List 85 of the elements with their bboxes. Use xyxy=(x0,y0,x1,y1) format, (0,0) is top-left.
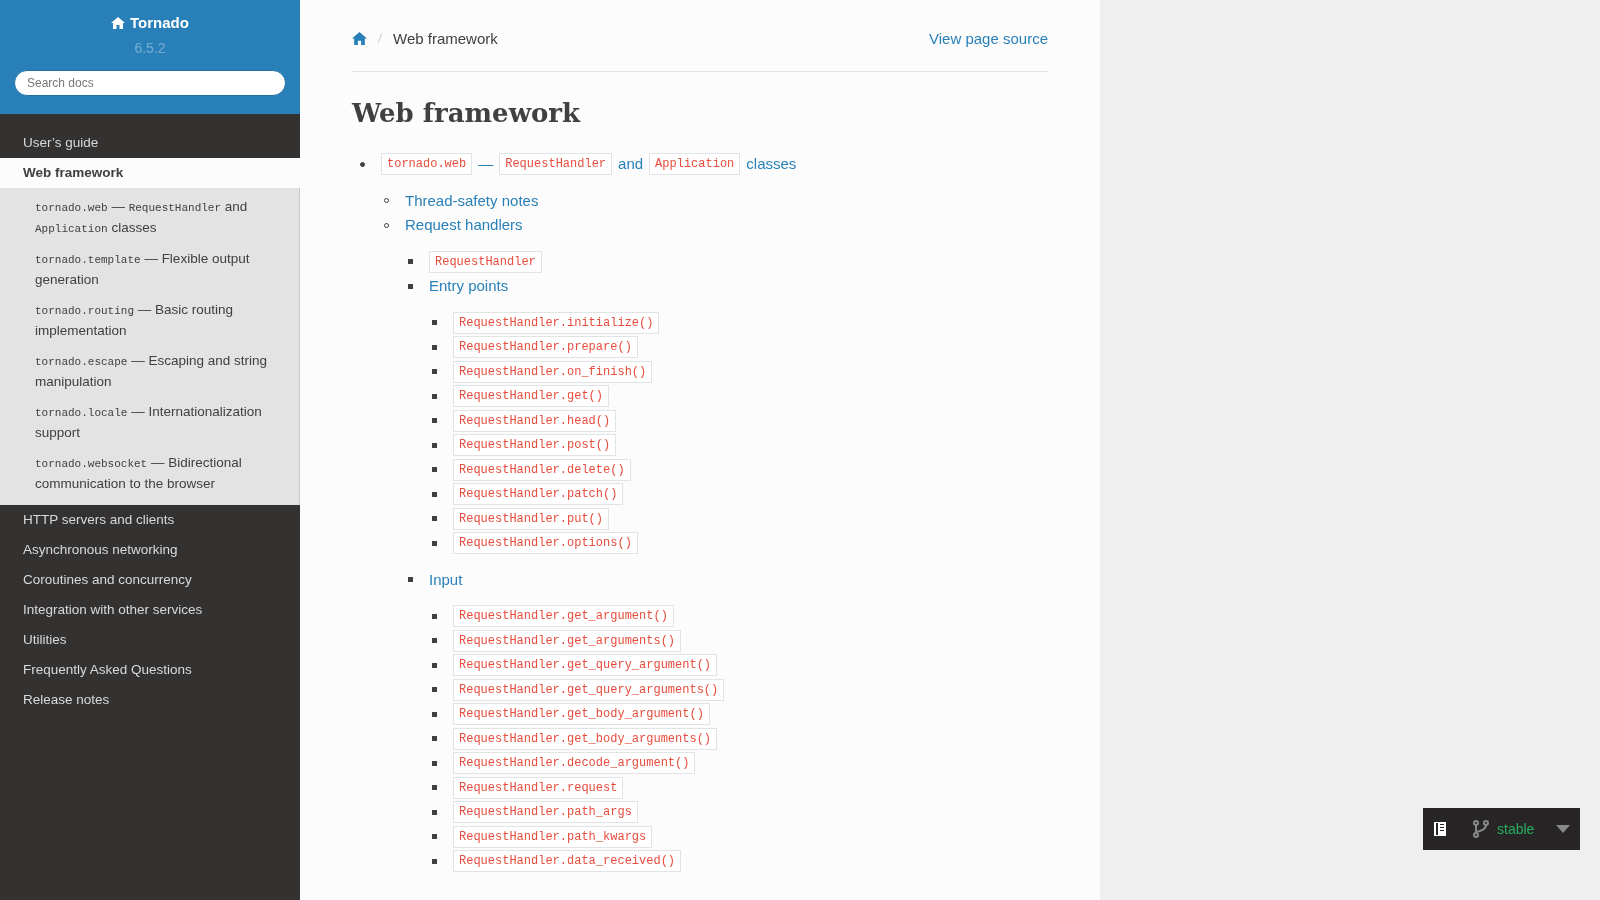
bullet-icon xyxy=(432,687,437,693)
bullet-icon xyxy=(360,161,365,167)
code-literal[interactable]: RequestHandler.request xyxy=(453,776,624,799)
subnav-link[interactable]: tornado.routing — Basic routing implementation xyxy=(0,295,299,346)
code-literal[interactable]: RequestHandler.get_body_arguments() xyxy=(453,727,718,750)
nav-item[interactable]: Coroutines and concurrency xyxy=(0,565,300,595)
home-icon xyxy=(111,16,126,29)
bullet-icon xyxy=(432,638,437,644)
bullet-icon xyxy=(432,369,437,375)
bullet-icon xyxy=(432,491,437,497)
toc-link[interactable]: Input xyxy=(429,567,463,592)
code-literal[interactable]: RequestHandler.get_query_argument() xyxy=(453,654,718,677)
code-literal[interactable]: RequestHandler.patch() xyxy=(453,483,624,506)
subnav-link[interactable]: tornado.websocket — Bidirectional communication to the browser xyxy=(0,448,299,499)
bullet-icon xyxy=(432,809,437,815)
code-literal[interactable]: RequestHandler.path_kwargs xyxy=(453,825,653,848)
code-literal[interactable]: tornado.web xyxy=(381,153,473,176)
bullet-icon xyxy=(432,442,437,448)
subnav-link[interactable]: tornado.template — Flexible output generation xyxy=(0,244,299,295)
project-home-link[interactable]: Tornado xyxy=(111,14,189,31)
bullet-icon xyxy=(432,834,437,840)
nav-item[interactable]: HTTP servers and clients xyxy=(0,505,300,535)
bullet-icon xyxy=(408,577,413,583)
code-literal[interactable]: RequestHandler.get_body_argument() xyxy=(453,703,710,726)
bullet-icon xyxy=(432,736,437,742)
code-literal[interactable]: RequestHandler.delete() xyxy=(453,458,631,481)
code-literal[interactable]: RequestHandler.options() xyxy=(453,532,638,555)
version-text: 6.5.2 xyxy=(134,40,166,56)
code-literal[interactable]: RequestHandler.on_finish() xyxy=(453,360,653,383)
code-literal[interactable]: RequestHandler.initialize() xyxy=(453,311,660,334)
nav-item[interactable]: Utilities xyxy=(0,625,300,655)
subnav-link[interactable]: tornado.escape — Escaping and string manipulation xyxy=(0,346,299,397)
code-literal[interactable]: RequestHandler.prepare() xyxy=(453,336,638,359)
code-literal[interactable]: RequestHandler.get() xyxy=(453,385,610,408)
bullet-icon xyxy=(432,711,437,717)
code-literal[interactable]: RequestHandler.post() xyxy=(453,434,617,457)
toc-link[interactable]: and xyxy=(618,152,644,177)
toc-link[interactable]: Request handlers xyxy=(405,213,523,238)
bullet-icon xyxy=(432,858,437,864)
bullet-icon xyxy=(432,662,437,668)
toc-link[interactable]: Thread-safety notes xyxy=(405,188,539,213)
book-icon xyxy=(1433,821,1447,837)
view-source-link[interactable]: View page source xyxy=(929,30,1048,47)
nav-item[interactable]: Asynchronous networking xyxy=(0,535,300,565)
toc-link[interactable]: Entry points xyxy=(429,274,509,299)
bullet-icon xyxy=(432,540,437,546)
bullet-icon xyxy=(432,516,437,522)
bullet-icon xyxy=(432,344,437,350)
nav-item[interactable]: Frequently Asked Questions xyxy=(0,655,300,685)
home-icon[interactable] xyxy=(352,32,367,45)
nav-item[interactable]: Release notes xyxy=(0,685,300,715)
branch-name: stable xyxy=(1497,821,1536,837)
branch-icon xyxy=(1473,820,1489,838)
code-literal[interactable]: RequestHandler.head() xyxy=(453,409,617,432)
bullet-icon xyxy=(432,393,437,399)
code-literal[interactable]: RequestHandler.get_arguments() xyxy=(453,629,682,652)
toc-link[interactable]: classes xyxy=(746,152,797,177)
nav-item[interactable]: Web framework xyxy=(0,158,300,188)
bullet-icon xyxy=(408,259,413,265)
nav-item[interactable]: Integration with other services xyxy=(0,595,300,625)
nav-item[interactable]: User’s guide xyxy=(0,128,300,158)
subnav-link[interactable]: tornado.locale — Internationalization support xyxy=(0,397,299,448)
code-literal[interactable]: RequestHandler.get_query_arguments() xyxy=(453,678,725,701)
caret-icon xyxy=(1556,825,1570,833)
code-literal[interactable]: RequestHandler.put() xyxy=(453,507,610,530)
bullet-icon xyxy=(408,283,413,289)
version-badge[interactable]: stable xyxy=(1423,808,1580,850)
code-literal[interactable]: RequestHandler xyxy=(429,250,542,273)
code-literal[interactable]: RequestHandler.get_argument() xyxy=(453,605,674,628)
breadcrumb-current: Web framework xyxy=(393,30,498,47)
bullet-icon xyxy=(432,467,437,473)
search-field[interactable]: Search docs xyxy=(14,70,286,96)
code-literal[interactable]: RequestHandler.data_received() xyxy=(453,850,682,873)
bullet-icon xyxy=(432,320,437,326)
page-title: Web framework xyxy=(352,98,582,128)
code-literal[interactable]: Application xyxy=(649,153,741,176)
toc-link[interactable]: — xyxy=(478,152,494,177)
subnav-link[interactable]: tornado.web — RequestHandler and Application classes xyxy=(0,192,299,244)
bullet-icon xyxy=(432,613,437,619)
code-literal[interactable]: RequestHandler.decode_argument() xyxy=(453,752,696,775)
bullet-icon xyxy=(432,418,437,424)
bullet-icon xyxy=(432,760,437,766)
bullet-icon xyxy=(432,785,437,791)
code-literal[interactable]: RequestHandler xyxy=(499,153,613,176)
code-literal[interactable]: RequestHandler.path_args xyxy=(453,801,638,824)
